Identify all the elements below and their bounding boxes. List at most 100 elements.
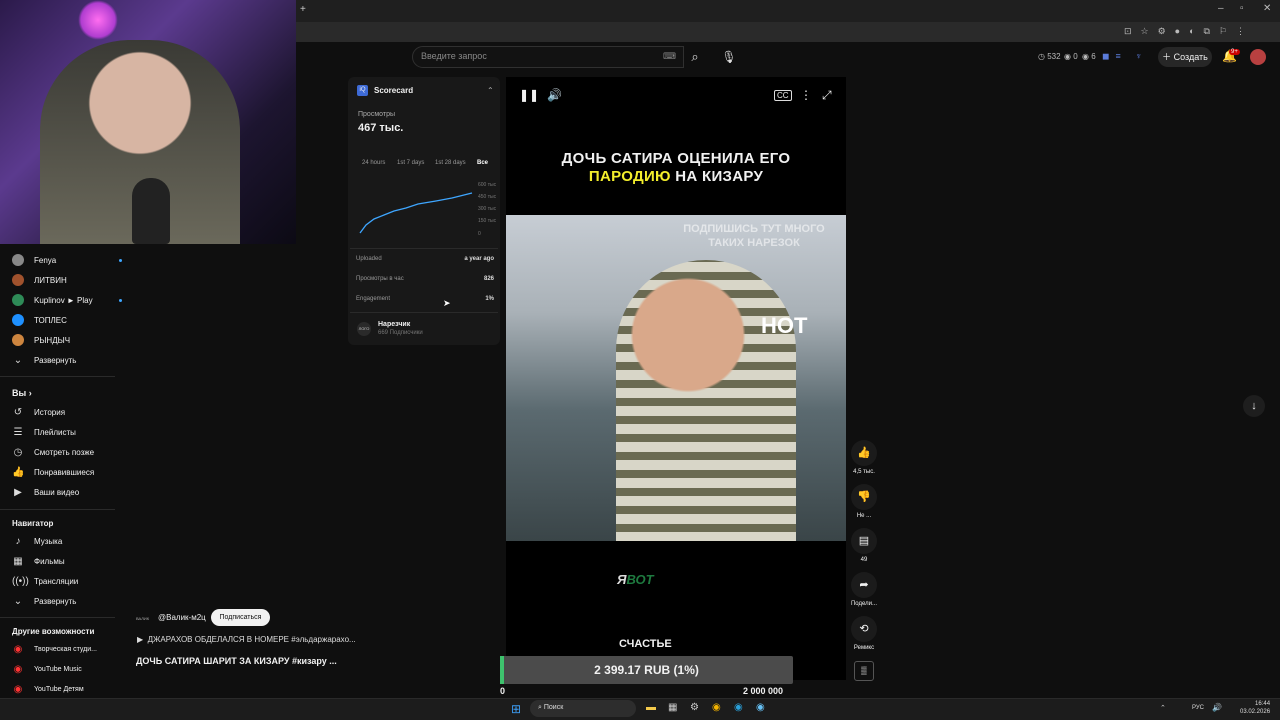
- extension-icons-yt[interactable]: ◼≡ ♆: [1102, 51, 1148, 62]
- sidebar-item-litvin[interactable]: ЛИТВИН: [12, 271, 122, 289]
- comments-button[interactable]: ▤ 49: [850, 528, 878, 563]
- share-label: Подели...: [850, 601, 877, 607]
- sidebar-item-live[interactable]: ((•)) Трансляции: [12, 572, 122, 590]
- channel-avatar[interactable]: ВАЛИК: [136, 611, 152, 627]
- audio-thumbnail[interactable]: ▒: [854, 661, 874, 681]
- calculator-icon[interactable]: ▦: [668, 702, 677, 713]
- language-indicator[interactable]: РУС: [1192, 705, 1204, 711]
- clock[interactable]: 16:44 03.02.2026: [1240, 700, 1270, 716]
- sidebar-item-studio[interactable]: ◉ Творческая студи...: [12, 640, 122, 658]
- history-icon: ↺: [13, 406, 23, 418]
- sidebar-item-movies[interactable]: ▦ Фильмы: [12, 552, 122, 570]
- sidebar-item-watch-later[interactable]: ◷ Смотреть позже: [12, 443, 122, 461]
- fullscreen-icon[interactable]: ⤢: [822, 88, 832, 103]
- new-tab-button[interactable]: +: [300, 4, 306, 15]
- tab-all[interactable]: Все: [477, 160, 488, 166]
- donation-min: 0: [500, 686, 506, 696]
- like-button[interactable]: 👍 4,5 тыс.: [850, 440, 878, 475]
- remix-button[interactable]: ⟲ Ремикс: [850, 616, 878, 651]
- windows-start-icon[interactable]: ⊞: [511, 702, 521, 716]
- steam-icon[interactable]: ◉: [756, 702, 765, 713]
- sidebar-item-label: Музыка: [34, 536, 63, 546]
- maximize-button[interactable]: ▫: [1240, 3, 1244, 14]
- volume-tray-icon[interactable]: 🔊: [1212, 703, 1222, 712]
- stat-bolt: ◉ 6: [1082, 52, 1096, 61]
- chrome-icon[interactable]: ◉: [712, 702, 721, 713]
- subscribe-button[interactable]: Подписаться: [211, 609, 270, 626]
- dislike-button[interactable]: 👎 Не ...: [850, 484, 878, 519]
- avatar[interactable]: [1250, 49, 1266, 65]
- video-subtitle: ЯВОТ: [617, 572, 654, 587]
- collapse-icon[interactable]: ⌃: [487, 86, 494, 95]
- volume-icon[interactable]: 🔊: [547, 88, 562, 102]
- time: 16:44: [1255, 701, 1271, 707]
- video-caption: ДОЧЬ САТИРА ОЦЕНИЛА ЕГО ПАРОДИЮ НА КИЗАР…: [506, 150, 846, 186]
- sidebar-item-fenya[interactable]: Fenya: [12, 251, 122, 269]
- sidebar-item-your-videos[interactable]: ▶ Ваши видео: [12, 483, 122, 501]
- sidebar-item-history[interactable]: ↺ История: [12, 403, 122, 421]
- sidebar-item-kuplinov[interactable]: Kuplinov ► Play: [12, 291, 122, 309]
- new-dot: [119, 258, 122, 262]
- related-video-link[interactable]: ▶ ДЖАРАХОВ ОБДЕЛАЛСЯ В НОМЕРЕ #эльдаржар…: [137, 635, 356, 644]
- mic-icon[interactable]: 🎙: [718, 46, 740, 68]
- more-icon[interactable]: ⋮: [800, 88, 812, 102]
- y-tick: 150 тыс: [478, 218, 497, 224]
- stat-row-engagement: Engagement 1%: [356, 296, 494, 302]
- sidebar-item-yt-music[interactable]: ◉ YouTube Music: [12, 660, 122, 678]
- pause-icon[interactable]: ❚❚: [519, 88, 539, 102]
- sidebar-item-music[interactable]: ♪ Музыка: [12, 532, 122, 550]
- sidebar-item-toples[interactable]: ТОПЛЕС: [12, 311, 122, 329]
- search-icon[interactable]: ⌕: [684, 46, 706, 68]
- studio-icon: ◉: [13, 643, 23, 655]
- sidebar-item-label: Понравившиеся: [34, 467, 95, 477]
- taskbar-search[interactable]: ⌕ Поиск: [530, 700, 636, 717]
- sidebar-item-ryndych[interactable]: РЫНДЫЧ: [12, 331, 122, 349]
- notification-badge: 9+: [1229, 49, 1240, 55]
- share-icon: ➦: [851, 572, 877, 598]
- sidebar-you-header[interactable]: Вы ›: [12, 388, 32, 398]
- sidebar-item-playlists[interactable]: ☰ Плейлисты: [12, 423, 122, 441]
- stat-clock: ◷ 532: [1038, 52, 1061, 61]
- tab-7days[interactable]: 1st 7 days: [397, 160, 424, 166]
- video-title[interactable]: ДОЧЬ САТИРА ШАРИТ ЗА КИЗАРУ #кизару ...: [136, 656, 337, 666]
- sidebar-expand-subscriptions[interactable]: ⌄ Развернуть: [12, 351, 122, 369]
- tray-icons[interactable]: ⌃: [1160, 704, 1166, 712]
- sc-divider: [350, 312, 498, 313]
- thumb-up-icon: 👍: [12, 466, 25, 478]
- close-button[interactable]: ✕: [1263, 3, 1271, 14]
- sidebar-expand-navigator[interactable]: ⌄ Развернуть: [12, 592, 122, 610]
- sidebar-item-label: Смотреть позже: [34, 447, 95, 457]
- arrow-down-icon[interactable]: ↓: [1243, 395, 1265, 417]
- extensions-icons[interactable]: ⊡☆⚙●◐⧉⚐⋮: [1124, 26, 1254, 37]
- minimize-button[interactable]: –: [1218, 3, 1224, 14]
- tab-24h[interactable]: 24 hours: [362, 160, 385, 166]
- views-value: 467 тыс.: [358, 122, 404, 134]
- captions-icon[interactable]: CC: [774, 90, 792, 101]
- channel-avatar: [12, 314, 24, 326]
- folder-icon[interactable]: ▬: [646, 702, 656, 713]
- channel-handle[interactable]: @Валик-м2ц: [158, 613, 206, 622]
- telegram-icon[interactable]: ◉: [734, 702, 743, 713]
- channel-avatar: [12, 294, 24, 306]
- keyboard-icon[interactable]: ⌨: [663, 51, 676, 61]
- search-input[interactable]: Введите запрос: [412, 46, 684, 68]
- remix-label: Ремикс: [853, 645, 875, 651]
- comment-icon: ▤: [851, 528, 877, 554]
- tab-28days[interactable]: 1st 28 days: [435, 160, 466, 166]
- like-count: 4,5 тыс.: [853, 469, 875, 475]
- chevron-down-icon: ⌄: [13, 354, 23, 366]
- sidebar-item-liked[interactable]: 👍 Понравившиеся: [12, 463, 122, 481]
- channel-logo[interactable]: ЛОГО: [357, 322, 371, 336]
- yt-music-icon: ◉: [13, 663, 23, 675]
- sidebar-item-label: YouTube Детям: [34, 685, 84, 693]
- share-button[interactable]: ➦ Подели...: [850, 572, 878, 607]
- create-button[interactable]: ＋ Создать: [1158, 47, 1212, 67]
- yt-kids-icon: ◉: [13, 683, 23, 695]
- sidebar-item-yt-kids[interactable]: ◉ YouTube Детям: [12, 680, 122, 698]
- sidebar-item-label: РЫНДЫЧ: [34, 335, 71, 345]
- caption-line2: ПАРОДИЮ НА КИЗАРУ: [588, 168, 764, 185]
- live-icon: ((•)): [12, 575, 29, 587]
- settings-icon[interactable]: ⚙: [690, 702, 699, 713]
- channel-name[interactable]: Нарезчик: [378, 321, 410, 328]
- rgb-light: [78, 0, 118, 40]
